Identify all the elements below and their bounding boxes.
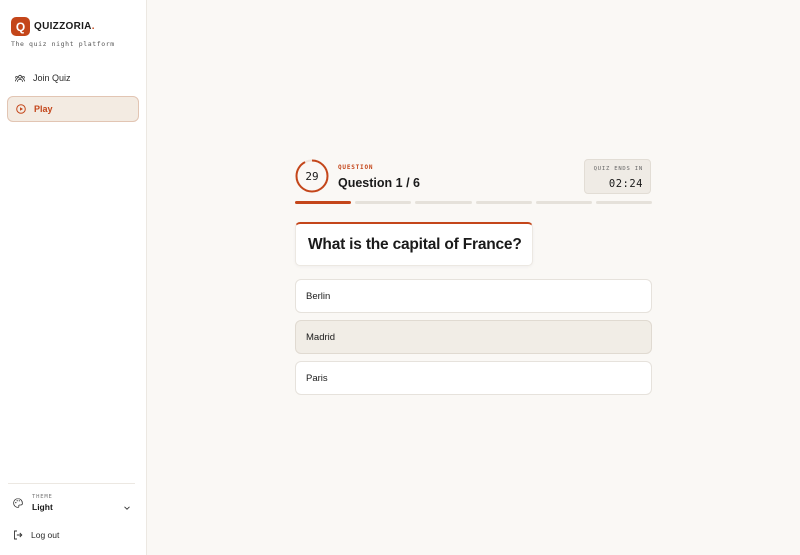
progress-segment — [295, 201, 352, 204]
sidebar: Q QUIZZORIA . The quiz night platform Jo… — [0, 0, 147, 555]
quiz-ends-label: QUIZ ENDS IN — [593, 166, 643, 172]
sidebar-item-label: Join Quiz — [33, 73, 71, 83]
quiz-ends-box: QUIZ ENDS IN 02:24 — [584, 159, 651, 194]
question-card: What is the capital of France? — [295, 222, 533, 266]
progress-segment — [475, 201, 532, 204]
question-text: What is the capital of France? — [308, 235, 522, 253]
answer-label: Madrid — [306, 331, 336, 343]
timer-seconds: 29 — [305, 169, 319, 183]
question-number: Question 1 / 6 — [338, 176, 420, 190]
sidebar-item-play[interactable]: Play — [7, 96, 139, 122]
theme-value: Light — [32, 502, 53, 512]
answer-option-madrid[interactable]: Madrid — [295, 320, 652, 354]
question-kicker: QUESTION — [338, 164, 374, 171]
brand-name: QUIZZORIA — [34, 21, 92, 32]
palette-icon — [13, 498, 23, 508]
play-circle-icon — [16, 104, 26, 114]
logout-label: Log out — [31, 530, 60, 540]
quiz-ends-time: 02:24 — [608, 178, 643, 190]
brand[interactable]: Q QUIZZORIA . — [11, 17, 94, 36]
users-icon — [15, 73, 25, 83]
logout-icon — [13, 530, 23, 540]
progress-segment — [595, 201, 653, 204]
answer-label: Paris — [306, 372, 328, 384]
sidebar-divider — [8, 483, 135, 484]
progress-segment — [355, 201, 412, 204]
brand-dot: . — [91, 21, 95, 32]
brand-tagline: The quiz night platform — [11, 40, 115, 48]
question-progress — [295, 201, 653, 205]
logout-button[interactable]: Log out — [8, 527, 59, 543]
sidebar-item-join-quiz[interactable]: Join Quiz — [7, 65, 139, 91]
answer-option-berlin[interactable]: Berlin — [295, 279, 652, 313]
theme-selector[interactable]: THEME Light — [8, 491, 135, 515]
progress-segment — [535, 201, 592, 204]
progress-segment — [415, 201, 472, 204]
quizzoria-logo-icon: Q — [11, 17, 30, 36]
answer-option-paris[interactable]: Paris — [295, 361, 652, 395]
theme-label: THEME — [32, 494, 53, 500]
answer-label: Berlin — [306, 290, 331, 302]
sidebar-item-label: Play — [34, 104, 53, 114]
chevron-down-icon — [123, 498, 131, 516]
